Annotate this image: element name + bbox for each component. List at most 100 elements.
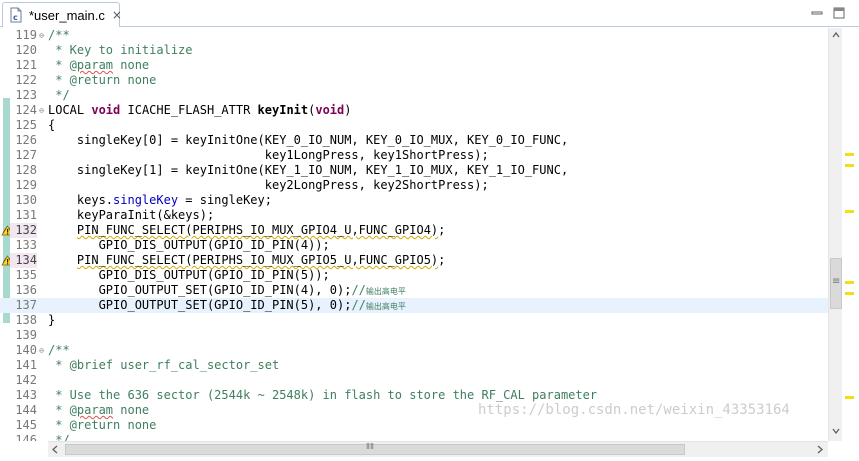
code-token: * Key to initialize [48,43,193,57]
code-token: PIN_FUNC_SELECT(PERIPHS_IO_MUX_GPIO5_U,F… [76,253,439,267]
code-token: LOCAL [48,103,92,117]
code-line[interactable]: 131 keyParaInit(&keys); [0,208,828,223]
code-token: singleKey[0] = keyInitOne(KEY_0_IO_NUM, … [48,133,569,147]
code-token: none [113,58,150,72]
code-line[interactable]: 124 ⊖ LOCAL void ICACHE_FLASH_ATTR keyInit… [0,103,828,118]
code-line[interactable]: 142 [0,373,828,388]
scroll-right-arrow-icon[interactable] [817,445,823,454]
line-number: 120 [15,43,37,57]
code-text: * Use the 636 sector (2544k ~ 2548k) in … [48,388,597,403]
code-line[interactable]: 135 GPIO_DIS_OUTPUT(GPIO_ID_PIN(5)); [0,268,828,283]
vertical-scrollbar[interactable]: ≡ [828,28,842,441]
line-number: 119 [15,28,37,42]
warning-overview-mark[interactable] [845,153,854,156]
line-number: 146 [15,433,37,441]
code-token: * @return none [48,73,157,87]
code-line[interactable]: 146 */ [0,433,828,441]
horizontal-scrollbar[interactable]: ⅡⅡ [48,441,828,457]
code-line[interactable]: 125 { [0,118,828,133]
code-line[interactable]: 120 * Key to initialize [0,43,828,58]
vertical-scroll-thumb[interactable]: ≡ [830,258,842,309]
code-line[interactable]: 141 * @brief user_rf_cal_sector_set [0,358,828,373]
fold-toggle-icon[interactable]: ⊖ [37,103,46,118]
code-text: key2LongPress, key2ShortPress); [48,178,489,193]
code-line[interactable]: 122 * @return none [0,73,828,88]
code-line[interactable]: 133 GPIO_DIS_OUTPUT(GPIO_ID_PIN(4)); [0,238,828,253]
code-token: key1LongPress, key1ShortPress); [48,148,489,162]
code-token: * @ [48,403,77,417]
line-number: 121 [15,58,37,72]
code-text: LOCAL void ICACHE_FLASH_ATTR keyInit(voi… [48,103,352,118]
line-number: 144 [15,403,37,417]
warning-overview-mark[interactable] [845,210,854,213]
code-line[interactable]: 129 key2LongPress, key2ShortPress); [0,178,828,193]
minimize-icon[interactable] [810,5,824,19]
line-number: 127 [15,148,37,162]
fold-toggle-icon[interactable]: ⊖ [37,28,46,43]
fold-toggle-icon[interactable]: ⊖ [37,343,46,358]
line-number: 134 [10,253,37,268]
warning-overview-mark[interactable] [845,292,854,295]
code-token: 输出高电平 [365,287,406,296]
code-token: ICACHE_FLASH_ATTR [120,103,258,117]
close-tab-icon[interactable]: × [112,8,122,22]
warning-overview-mark[interactable] [845,164,854,167]
code-token: } [48,313,56,327]
tab-user-main-c[interactable]: c *user_main.c × [2,2,122,27]
code-token: ; [438,253,446,267]
code-token: keys. [48,193,114,207]
code-line[interactable]: 126 singleKey[0] = keyInitOne(KEY_0_IO_N… [0,133,828,148]
code-token: * @brief user_rf_cal_sector_set [48,358,280,372]
code-line[interactable]: 130 keys.singleKey = singleKey; [0,193,828,208]
code-line[interactable]: 127 key1LongPress, key1ShortPress); [0,148,828,163]
code-text: } [48,313,55,328]
code-text: singleKey[1] = keyInitOne(KEY_1_IO_NUM, … [48,163,568,178]
overview-ruler[interactable] [842,28,859,441]
code-text: keys.singleKey = singleKey; [48,193,272,208]
code-token: void [315,103,345,117]
line-number: 135 [15,268,37,282]
code-line[interactable]: 138} [0,313,828,328]
code-token: = singleKey; [178,193,272,207]
code-line[interactable]: 128 singleKey[1] = keyInitOne(KEY_1_IO_N… [0,163,828,178]
code-token: * @return none [48,418,157,432]
code-token: GPIO_OUTPUT_SET(GPIO_ID_PIN(4), 0); [48,283,352,297]
horizontal-scroll-thumb[interactable]: ⅡⅡ [65,442,685,455]
code-line[interactable]: 123 */ [0,88,828,103]
code-area[interactable]: 119 ⊖/** 120 * Key to initialize 121 * @par… [0,28,828,441]
maximize-icon[interactable] [832,5,846,19]
code-token: keyParaInit(&keys); [48,208,215,222]
code-token: GPIO_OUTPUT_SET(GPIO_ID_PIN(5), 0); [48,298,352,312]
code-line[interactable]: 132 PIN_FUNC_SELECT(PERIPHS_IO_MUX_GPIO4… [0,223,828,238]
code-line[interactable]: 139 [0,328,828,343]
line-number: 137 [15,298,37,312]
line-number: 142 [15,373,37,387]
warning-overview-mark[interactable] [845,281,854,284]
current-code-line[interactable]: 137 GPIO_OUTPUT_SET(GPIO_ID_PIN(5), 0);/… [0,298,828,313]
scroll-down-arrow-icon[interactable] [832,428,840,434]
code-editor[interactable]: 119 ⊖/** 120 * Key to initialize 121 * @par… [0,28,859,461]
code-text: * @brief user_rf_cal_sector_set [48,358,279,373]
warning-overview-mark[interactable] [845,396,854,399]
watermark: https://blog.csdn.net/weixin_43353164 [478,402,790,418]
code-token: ) [344,103,352,117]
code-line[interactable]: 119 ⊖/** [0,28,828,43]
scroll-up-arrow-icon[interactable] [832,32,840,38]
code-text: GPIO_OUTPUT_SET(GPIO_ID_PIN(5), 0);//输出高… [48,298,406,314]
line-number: 125 [15,118,37,132]
code-token: GPIO_DIS_OUTPUT(GPIO_ID_PIN(4)); [48,238,330,252]
code-line[interactable]: 134 PIN_FUNC_SELECT(PERIPHS_IO_MUX_GPIO5… [0,253,828,268]
code-text: * Key to initialize [48,43,193,58]
line-number: 129 [15,178,37,192]
code-line[interactable]: 143 * Use the 636 sector (2544k ~ 2548k)… [0,388,828,403]
line-number: 145 [15,418,37,432]
code-line[interactable]: 136 GPIO_OUTPUT_SET(GPIO_ID_PIN(4), 0);/… [0,283,828,298]
code-text: GPIO_DIS_OUTPUT(GPIO_ID_PIN(5)); [48,268,330,283]
code-line[interactable]: 145 * @return none [0,418,828,433]
code-token: // [351,283,366,297]
code-line[interactable]: 121 * @param none [0,58,828,73]
scroll-left-arrow-icon[interactable] [52,445,58,454]
code-text: * @param none [48,58,149,73]
code-line[interactable]: 140 ⊖/** [0,343,828,358]
